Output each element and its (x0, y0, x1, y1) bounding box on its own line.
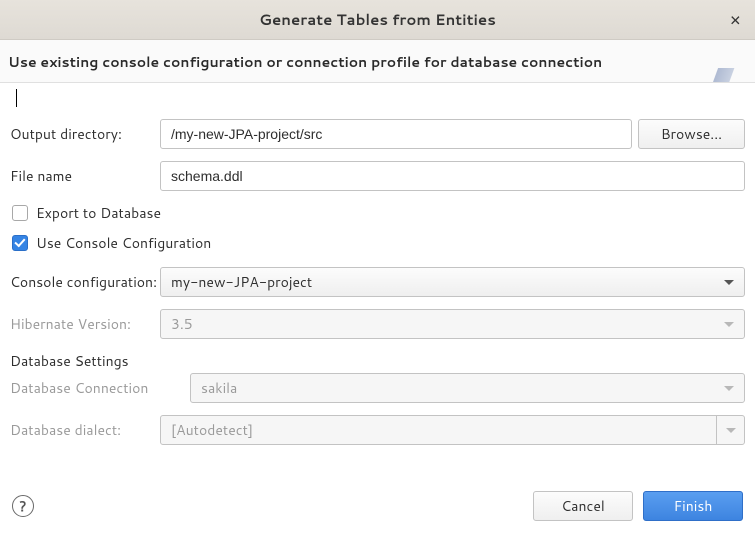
database-settings-section: Database Connection sakila Database dial… (10, 373, 745, 445)
banner-decor (695, 68, 755, 82)
db-dialect-value: [Autodetect] (171, 420, 716, 440)
console-config-select[interactable]: my-new-JPA-project (160, 267, 745, 297)
cancel-button[interactable]: Cancel (533, 491, 633, 521)
footer: ? Cancel Finish (0, 481, 755, 533)
row-file-name: File name (10, 161, 745, 191)
label-file-name: File name (10, 166, 160, 186)
hibernate-version-value: 3.5 (171, 314, 193, 334)
row-db-dialect: Database dialect: [Autodetect] (10, 415, 745, 445)
row-hibernate-version: Hibernate Version: 3.5 (10, 309, 745, 339)
help-button[interactable]: ? (12, 495, 34, 517)
label-use-console-config: Use Console Configuration (36, 233, 211, 253)
console-config-value: my-new-JPA-project (171, 272, 312, 292)
text-cursor (16, 89, 17, 107)
browse-button[interactable]: Browse... (638, 119, 745, 149)
chevron-down-icon (726, 428, 736, 433)
database-settings-title: Database Settings (10, 351, 745, 371)
label-db-connection: Database Connection (10, 378, 190, 398)
export-to-database-checkbox[interactable] (12, 205, 28, 221)
finish-button[interactable]: Finish (643, 491, 743, 521)
row-export-to-database: Export to Database (12, 203, 745, 223)
window-title: Generate Tables from Entities (259, 9, 496, 30)
chevron-down-icon (724, 386, 734, 391)
close-icon[interactable]: × (730, 10, 741, 28)
file-name-input[interactable] (160, 161, 745, 191)
use-console-config-checkbox[interactable] (12, 235, 28, 251)
form: Output directory: Browse... File name Ex… (0, 113, 755, 445)
db-connection-select: sakila (190, 373, 745, 403)
label-hibernate-version: Hibernate Version: (10, 314, 160, 334)
label-db-dialect: Database dialect: (10, 420, 160, 440)
output-directory-input[interactable] (160, 119, 632, 149)
chevron-down-icon (724, 280, 734, 285)
description-area (0, 83, 755, 113)
hibernate-version-select: 3.5 (160, 309, 745, 339)
banner: Use existing console configuration or co… (0, 40, 755, 83)
help-icon: ? (19, 496, 26, 516)
chevron-down-icon (724, 322, 734, 327)
label-console-config: Console configuration: (10, 272, 160, 292)
row-console-config: Console configuration: my-new-JPA-projec… (10, 267, 745, 297)
banner-heading: Use existing console configuration or co… (8, 52, 747, 72)
row-db-connection: Database Connection sakila (10, 373, 745, 403)
db-connection-value: sakila (201, 378, 237, 398)
titlebar: Generate Tables from Entities × (0, 0, 755, 40)
db-dialect-select: [Autodetect] (160, 415, 745, 445)
label-export-to-database: Export to Database (36, 203, 161, 223)
row-use-console-config: Use Console Configuration (12, 233, 745, 253)
db-dialect-dropdown-button (716, 416, 744, 444)
row-output-directory: Output directory: Browse... (10, 119, 745, 149)
label-output-directory: Output directory: (10, 124, 160, 144)
